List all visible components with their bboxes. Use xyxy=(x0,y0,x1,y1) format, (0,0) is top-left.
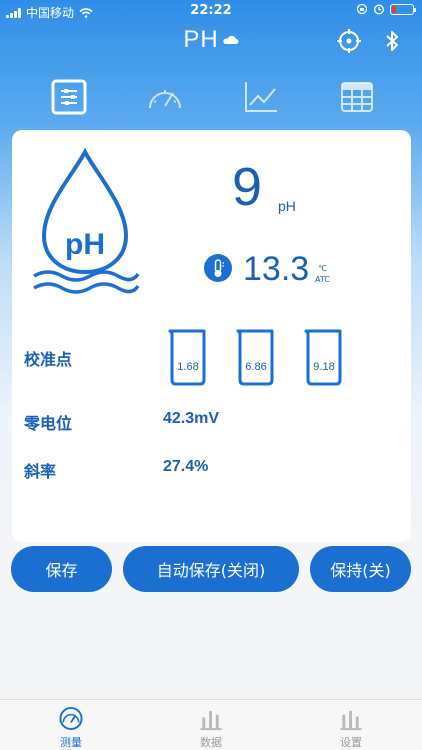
tab-table[interactable] xyxy=(337,75,377,119)
beaker-icon xyxy=(236,329,274,386)
logo-text: pH xyxy=(65,228,105,261)
cloud-icon xyxy=(223,35,239,44)
tab-measure-settings[interactable] xyxy=(49,75,89,119)
gauge-icon xyxy=(149,90,181,109)
list-settings-icon xyxy=(51,79,87,115)
calibration-point: 6.86 xyxy=(236,328,276,386)
line-chart-icon xyxy=(245,82,277,112)
nav-label-data: 数据 xyxy=(200,736,222,749)
nav-item-measure[interactable]: 测量 xyxy=(31,706,111,750)
calibration-point-value: 9.18 xyxy=(313,361,335,373)
calibration-label: 校准点 xyxy=(24,350,73,369)
bar-chart-icon xyxy=(200,710,222,731)
temperature-unit: ℃ ATC xyxy=(315,263,330,285)
gauge-icon xyxy=(59,706,83,731)
nav-item-settings[interactable]: 设置 xyxy=(311,706,391,750)
nav-label-settings: 设置 xyxy=(340,736,362,749)
calibration-point: 9.18 xyxy=(304,328,344,386)
crosshair-icon[interactable] xyxy=(336,28,362,54)
ph-drop-logo: pH xyxy=(33,148,140,294)
tab-chart[interactable] xyxy=(241,75,281,119)
ph-reading: 9 xyxy=(232,157,263,217)
battery-icon xyxy=(390,3,416,15)
calibration-point-value: 1.68 xyxy=(177,361,199,373)
top-tab-bar xyxy=(0,75,422,125)
zero-potential-label: 零电位 xyxy=(24,414,73,433)
bluetooth-icon[interactable] xyxy=(379,28,405,54)
auto-save-button[interactable]: 自动保存(关闭) xyxy=(123,546,299,592)
table-icon xyxy=(341,82,373,112)
nav-item-data[interactable]: 数据 xyxy=(171,706,251,750)
orientation-lock-icon xyxy=(356,3,368,15)
temperature-reading: 13.3 xyxy=(243,250,310,288)
beaker-icon xyxy=(304,329,342,386)
ph-unit: pH xyxy=(278,198,296,214)
save-button[interactable]: 保存 xyxy=(11,546,112,592)
slope-label: 斜率 xyxy=(24,462,57,481)
status-bar: 中国移动 22:22 xyxy=(0,0,422,22)
nav-label-measure: 测量 xyxy=(60,736,82,749)
slope-value: 27.4% xyxy=(163,458,209,475)
alarm-icon xyxy=(374,4,384,15)
beaker-icon xyxy=(168,329,206,386)
temp-unit-symbol: ℃ xyxy=(317,264,327,273)
page-title: PH xyxy=(183,26,219,53)
status-right xyxy=(356,3,416,15)
tab-gauge[interactable] xyxy=(145,75,185,119)
calibration-point-value: 6.86 xyxy=(245,361,267,373)
bottom-nav: 测量 数据 设置 xyxy=(0,699,422,750)
hold-button[interactable]: 保持(关) xyxy=(310,546,411,592)
settings-bars-icon xyxy=(340,710,362,731)
temp-mode: ATC xyxy=(315,275,330,284)
calibration-point: 1.68 xyxy=(168,328,208,386)
zero-potential-value: 42.3mV xyxy=(163,410,220,427)
app-header: PH xyxy=(0,22,422,62)
thermometer-icon xyxy=(204,254,232,282)
measurement-card: pH 9 pH 13.3 ℃ ATC 校准点 1.68 6.86 9.18 零电… xyxy=(12,130,411,542)
